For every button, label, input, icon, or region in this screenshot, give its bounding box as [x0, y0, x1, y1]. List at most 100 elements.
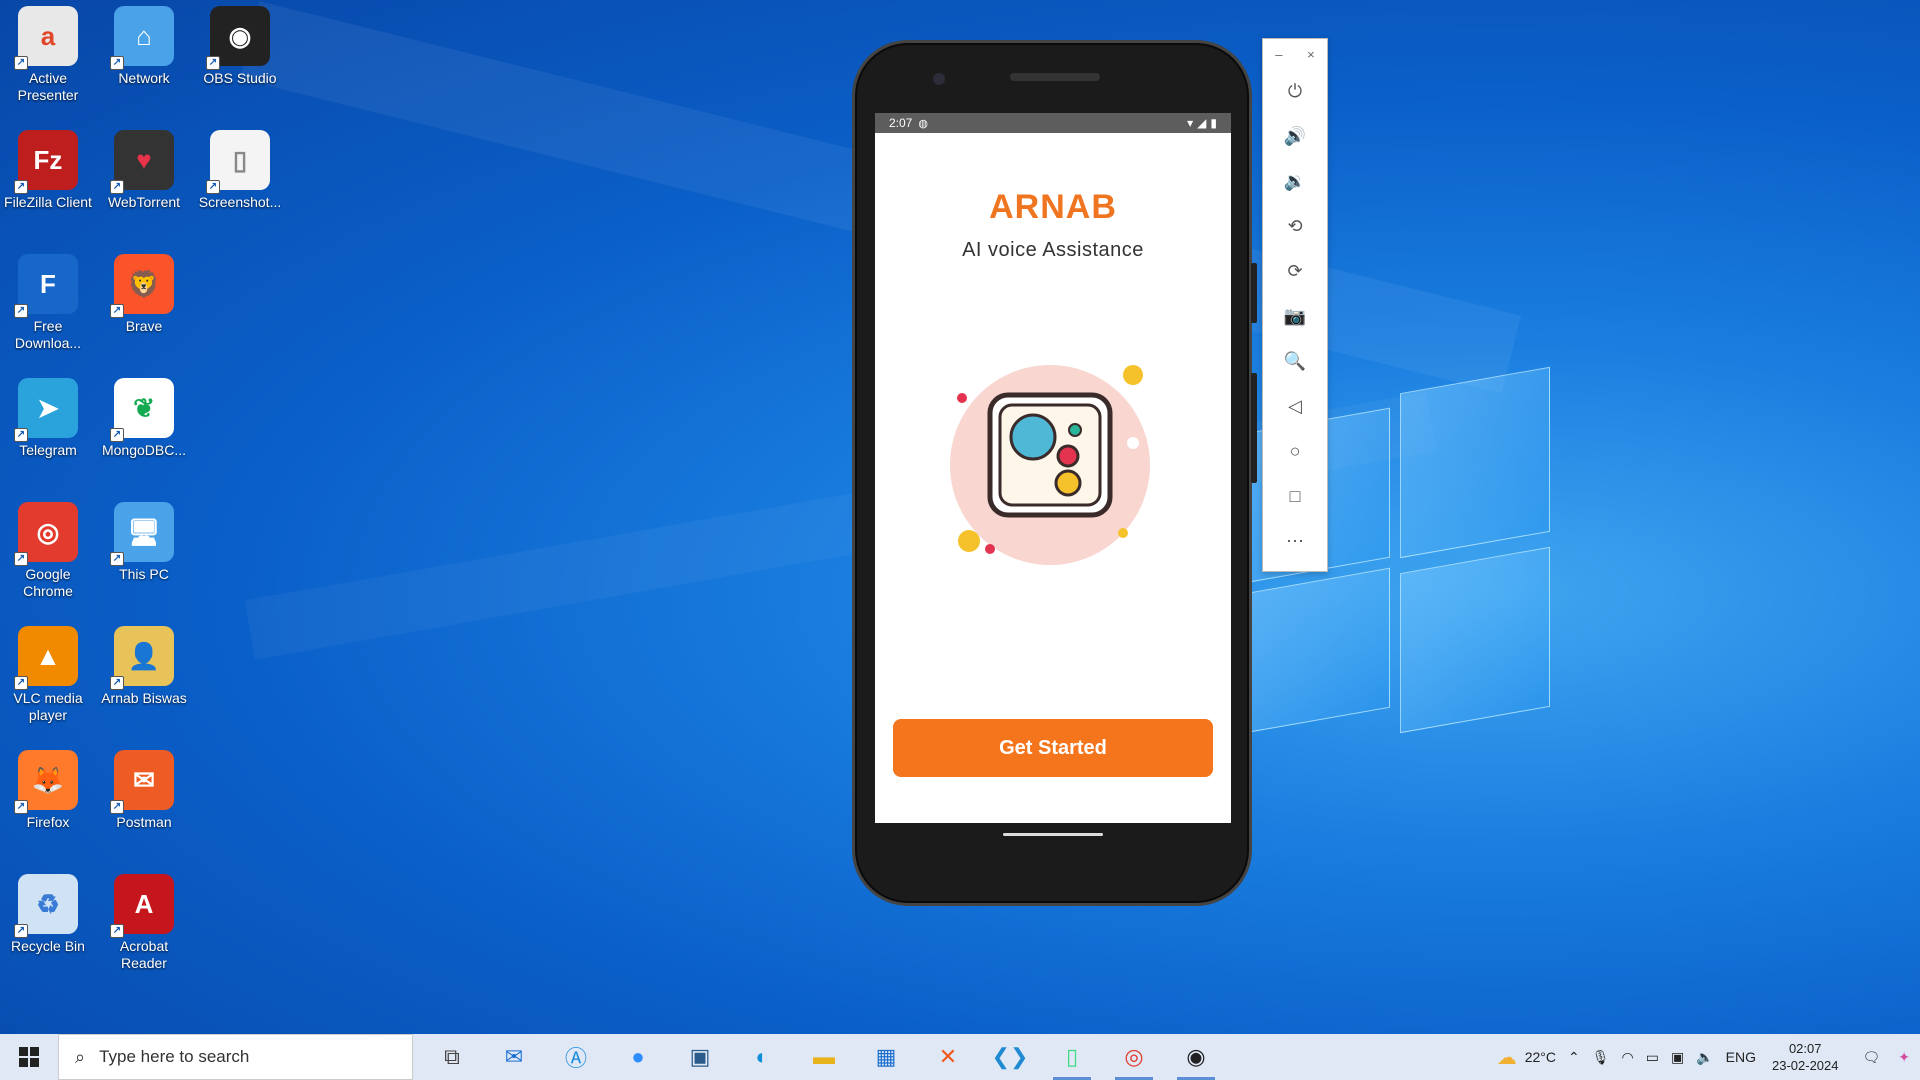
desktop-icon-label: OBS Studio: [203, 70, 277, 86]
phone-screen[interactable]: 2:07 ◍ ▾ ◢ ▮ ARNAB AI voice Assistance G…: [875, 113, 1231, 823]
desktop-icon[interactable]: 🖥 ↗ This PC: [96, 496, 192, 583]
close-button[interactable]: ×: [1307, 47, 1315, 62]
copilot-icon[interactable]: ✦: [1894, 1049, 1920, 1066]
desktop-icon[interactable]: ▯ ↗ Screenshot...: [192, 124, 288, 211]
taskbar-clock[interactable]: 02:07 23-02-2024: [1762, 1040, 1849, 1074]
app-icon: ❦ ↗: [110, 378, 174, 442]
vscode-icon[interactable]: ❮❯: [979, 1034, 1041, 1080]
get-started-button[interactable]: Get Started: [893, 719, 1213, 777]
desktop-icon[interactable]: a ↗ Active Presenter: [0, 0, 96, 104]
power-icon[interactable]: ⏻: [1263, 69, 1327, 114]
battery-tray-icon[interactable]: ▭: [1640, 1049, 1665, 1066]
desktop-icon[interactable]: ◎ ↗ Google Chrome: [0, 496, 96, 600]
network-icon[interactable]: ◠: [1616, 1049, 1640, 1066]
desktop-icon-label: Arnab Biswas: [101, 690, 187, 706]
app-icon: 🦊 ↗: [14, 750, 78, 814]
desktop-icon-label: Telegram: [19, 442, 77, 458]
desktop-icon[interactable]: ◉ ↗ OBS Studio: [192, 0, 288, 87]
more-icon[interactable]: ⋯: [1263, 519, 1327, 564]
shortcut-arrow-icon: ↗: [14, 676, 28, 690]
desktop-icon[interactable]: ▲ ↗ VLC media player: [0, 620, 96, 724]
task-view-icon[interactable]: ⧉: [421, 1034, 483, 1080]
rotate-right-icon[interactable]: ⟳: [1263, 249, 1327, 294]
shortcut-arrow-icon: ↗: [14, 800, 28, 814]
desktop-icon[interactable]: ♻ ↗ Recycle Bin: [0, 868, 96, 955]
desktop-icon[interactable]: ➤ ↗ Telegram: [0, 372, 96, 459]
shortcut-arrow-icon: ↗: [14, 56, 28, 70]
clock-time: 02:07: [1788, 1041, 1822, 1056]
shortcut-arrow-icon: ↗: [110, 676, 124, 690]
shortcut-arrow-icon: ↗: [14, 428, 28, 442]
search-placeholder: Type here to search: [99, 1047, 250, 1066]
microphone-icon[interactable]: 🎙: [1586, 1049, 1616, 1066]
clock-date: 23-02-2024: [1771, 1058, 1839, 1073]
desktop-icon-label: Free Downloa...: [14, 318, 82, 351]
system-tray: ☁ 22°C ⌃ 🎙 ◠ ▭ ▣ 🔈 ENG 02:07 23-02-2024 …: [1491, 1034, 1920, 1080]
home-icon[interactable]: ○: [1263, 429, 1327, 474]
minimize-button[interactable]: –: [1275, 47, 1282, 62]
notifications-icon[interactable]: 🗨: [1848, 1049, 1894, 1066]
wifi-icon: ▾: [1187, 116, 1194, 130]
app-icon: ▲ ↗: [14, 626, 78, 690]
obs-icon[interactable]: ◉: [1165, 1034, 1227, 1080]
desktop-icon[interactable]: 🦊 ↗ Firefox: [0, 744, 96, 831]
desktop-icon[interactable]: Fz ↗ FileZilla Client: [0, 124, 96, 211]
mysql-workbench-icon[interactable]: ▣: [669, 1034, 731, 1080]
start-button[interactable]: [0, 1034, 58, 1080]
app-subtitle: AI voice Assistance: [962, 239, 1144, 261]
power-side-button[interactable]: [1251, 263, 1257, 323]
weather-temp: 22°C: [1524, 1049, 1556, 1065]
display-icon[interactable]: ▣: [1665, 1049, 1690, 1066]
rotate-left-icon[interactable]: ⟲: [1263, 204, 1327, 249]
desktop-icon-label: FileZilla Client: [4, 194, 92, 210]
volume-up-icon[interactable]: 🔊: [1263, 114, 1327, 159]
desktop-icon[interactable]: ❦ ↗ MongoDBC...: [96, 372, 192, 459]
shortcut-arrow-icon: ↗: [110, 552, 124, 566]
back-icon[interactable]: ◁: [1263, 384, 1327, 429]
app-icon: ◎ ↗: [14, 502, 78, 566]
sync-icon: ◍: [918, 117, 928, 130]
taskbar-search-box[interactable]: ⌕ Type here to search: [58, 1034, 413, 1080]
desktop-icon[interactable]: A ↗ Acrobat Reader: [96, 868, 192, 972]
desktop-icon[interactable]: 👤 ↗ Arnab Biswas: [96, 620, 192, 707]
front-camera: [933, 73, 945, 85]
overview-icon[interactable]: □: [1263, 474, 1327, 519]
desktop-icon-label: This PC: [119, 566, 169, 582]
weather-widget[interactable]: ☁ 22°C: [1491, 1045, 1562, 1070]
home-gesture-pill[interactable]: [1003, 833, 1103, 836]
microsoft-store-icon[interactable]: ▦: [855, 1034, 917, 1080]
status-time: 2:07: [889, 116, 913, 130]
app-icon: 🖥 ↗: [110, 502, 174, 566]
xampp-icon[interactable]: ✕: [917, 1034, 979, 1080]
desktop-icon[interactable]: F ↗ Free Downloa...: [0, 248, 96, 352]
volume-side-button[interactable]: [1251, 373, 1257, 483]
desktop-icon[interactable]: 🦁 ↗ Brave: [96, 248, 192, 335]
language-indicator[interactable]: ENG: [1720, 1049, 1762, 1065]
mail-icon[interactable]: ✉: [483, 1034, 545, 1080]
chrome-icon[interactable]: ◎: [1103, 1034, 1165, 1080]
app-icon: A ↗: [110, 874, 174, 938]
camera-icon[interactable]: 📷: [1263, 294, 1327, 339]
edge-icon[interactable]: ◐: [731, 1034, 793, 1080]
app-icon: ✉ ↗: [110, 750, 174, 814]
volume-down-icon[interactable]: 🔉: [1263, 159, 1327, 204]
desktop-icon-label: Brave: [125, 318, 163, 334]
speaker-icon[interactable]: 🔈: [1690, 1049, 1719, 1066]
taskbar-apps: ⧉ ✉ Ⓐ ● ▣ ◐ ▬ ▦ ✕ ❮❯ ▯ ◎ ◉: [421, 1034, 1227, 1080]
chevron-up-icon[interactable]: ⌃: [1562, 1049, 1586, 1066]
android-studio-icon[interactable]: ▯: [1041, 1034, 1103, 1080]
desktop-icon[interactable]: ✉ ↗ Postman: [96, 744, 192, 831]
shortcut-arrow-icon: ↗: [14, 924, 28, 938]
zoom-icon[interactable]: ●: [607, 1034, 669, 1080]
app-icon: ♻ ↗: [14, 874, 78, 938]
app-store-icon[interactable]: Ⓐ: [545, 1034, 607, 1080]
file-explorer-icon[interactable]: ▬: [793, 1034, 855, 1080]
android-nav-bar: [875, 823, 1231, 893]
zoom-icon[interactable]: 🔍: [1263, 339, 1327, 384]
desktop-icon-label: Firefox: [26, 814, 70, 830]
desktop-icon-label: WebTorrent: [107, 194, 181, 210]
desktop-icon[interactable]: ♥ ↗ WebTorrent: [96, 124, 192, 211]
desktop-icon[interactable]: ⌂ ↗ Network: [96, 0, 192, 87]
shortcut-arrow-icon: ↗: [206, 56, 220, 70]
desktop-icon-label: Active Presenter: [17, 70, 79, 103]
